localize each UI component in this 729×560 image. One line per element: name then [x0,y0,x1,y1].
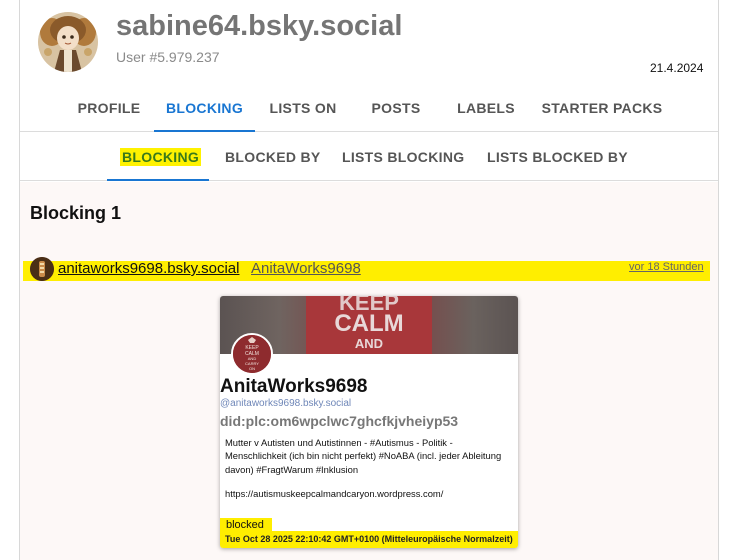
entry-avatar[interactable] [30,257,54,281]
profile-handle-title: sabine64.bsky.social [116,10,403,42]
subtab-blocked-by[interactable]: BLOCKED BY [225,137,321,181]
banner-line-2: CALM [334,310,404,337]
sub-tabs: BLOCKING BLOCKED BY LISTS BLOCKING LISTS… [20,137,718,181]
tab-lists-on[interactable]: LISTS ON [262,86,344,132]
card-avatar[interactable]: KEEP CALM AND CARRY ON [231,333,273,375]
subtab-lists-blocking[interactable]: LISTS BLOCKING [342,137,464,181]
frame-border-right [718,0,719,560]
blocked-date: Tue Oct 28 2025 22:10:42 GMT+0100 (Mitte… [220,531,518,548]
subtab-blocking[interactable]: BLOCKING [107,137,209,181]
entry-handle-link[interactable]: anitaworks9698.bsky.social [58,260,239,277]
entry-display-name-link[interactable]: AnitaWorks9698 [251,260,361,277]
tab-posts[interactable]: POSTS [362,86,430,132]
tab-starter-packs[interactable]: STARTER PACKS [540,86,664,132]
card-bio: Mutter v Autisten und Autistinnen - #Aut… [225,437,502,475]
subtab-blocking-label: BLOCKING [120,148,202,166]
card-avatar-text-5: ON [249,366,255,371]
card-display-name: AnitaWorks9698 [220,376,368,397]
page: sabine64.bsky.social User #5.979.237 21.… [0,0,729,560]
header-date: 21.4.2024 [650,61,704,75]
profile-card: KEEP CALM AND KEEP CALM AND CARRY ON Ani… [220,296,518,548]
user-number: User #5.979.237 [116,49,220,65]
subtab-lists-blocked-by[interactable]: LISTS BLOCKED BY [487,137,628,181]
tab-labels[interactable]: LABELS [452,86,520,132]
tab-profile[interactable]: PROFILE [70,86,148,132]
entry-time-link[interactable]: vor 18 Stunden [629,261,704,273]
blocked-status-badge: blocked [220,518,272,532]
profile-avatar[interactable] [38,12,98,72]
main-tabs: PROFILE BLOCKING LISTS ON POSTS LABELS S… [20,86,718,132]
card-did: did:plc:om6wpclwc7ghcfkjvheiyp53 [220,413,459,429]
banner-sign: KEEP CALM AND [306,296,432,354]
card-handle[interactable]: @anitaworks9698.bsky.social [220,398,351,409]
card-url[interactable]: https://autismuskeepcalmandcaryon.wordpr… [225,488,443,499]
section-title: Blocking 1 [30,203,122,223]
tab-blocking[interactable]: BLOCKING [154,86,255,132]
banner-line-3: AND [354,336,384,351]
